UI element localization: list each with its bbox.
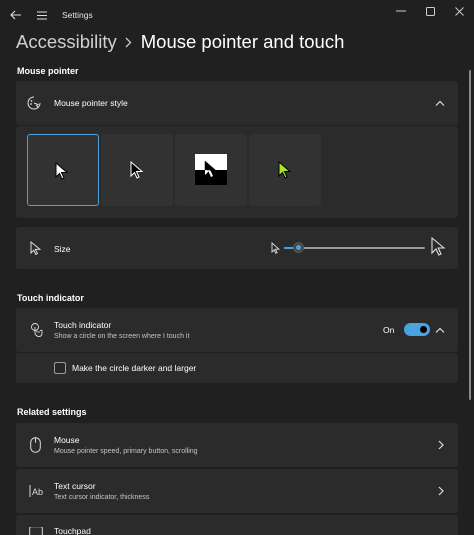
white-pointer-icon (55, 162, 69, 180)
mouse-icon (28, 436, 42, 454)
section-label-touch-indicator: Touch indicator (17, 293, 84, 303)
minimize-button[interactable] (386, 3, 416, 19)
touch-indicator-subtitle: Show a circle on the screen where I touc… (54, 333, 190, 340)
pointer-style-label: Mouse pointer style (54, 98, 128, 108)
page-title: Mouse pointer and touch (140, 31, 345, 52)
related-item-title: Text cursor (54, 481, 96, 491)
toggle-state-label: On (383, 325, 395, 335)
chevron-right-icon (437, 485, 445, 497)
breadcrumb: Accessibility Mouse pointer and touch (16, 30, 344, 54)
related-item-text-cursor[interactable]: Ab Text cursor Text cursor indicator, th… (16, 469, 458, 513)
pointer-style-inverted-option[interactable] (175, 134, 247, 206)
chevron-right-icon (117, 37, 141, 48)
chevron-up-icon[interactable] (434, 97, 446, 109)
pointer-size-icon (28, 240, 42, 256)
size-slider-thumb[interactable] (292, 242, 304, 253)
close-button[interactable] (444, 3, 474, 19)
app-title: Settings (62, 10, 93, 20)
size-label: Size (54, 244, 71, 254)
svg-text:Ab: Ab (32, 487, 43, 497)
inverted-pointer-preview (195, 154, 227, 185)
touchpad-icon (28, 527, 44, 535)
hamburger-menu-icon[interactable] (32, 5, 52, 25)
custom-color-pointer-icon (278, 161, 292, 179)
touch-indicator-title: Touch indicator (54, 320, 112, 330)
touch-hand-icon (28, 321, 44, 339)
pointer-style-icon (26, 95, 42, 111)
touch-indicator-row[interactable]: Touch indicator Show a circle on the scr… (16, 308, 458, 352)
related-item-touchpad[interactable]: Touchpad (16, 515, 458, 535)
related-item-subtitle: Mouse pointer speed, primary button, scr… (54, 448, 198, 455)
size-slider-track[interactable] (284, 247, 425, 249)
related-item-title: Mouse (54, 435, 80, 445)
scrollbar[interactable] (469, 70, 471, 400)
chevron-up-icon[interactable] (434, 324, 446, 336)
pointer-style-expander[interactable]: Mouse pointer style (16, 81, 458, 125)
related-item-mouse[interactable]: Mouse Mouse pointer speed, primary butto… (16, 423, 458, 467)
back-arrow-icon[interactable] (6, 5, 26, 25)
black-pointer-icon (130, 161, 144, 179)
large-pointer-icon (430, 236, 446, 258)
chevron-right-icon (437, 439, 445, 451)
pointer-style-custom-option[interactable] (249, 134, 321, 206)
touch-indicator-options: Make the circle darker and larger (16, 353, 458, 383)
pointer-style-white-option[interactable] (27, 134, 99, 206)
related-item-title: Touchpad (54, 526, 91, 535)
touch-indicator-toggle[interactable] (404, 323, 430, 336)
breadcrumb-parent-link[interactable]: Accessibility (16, 31, 117, 53)
pointer-style-black-option[interactable] (101, 134, 173, 206)
maximize-button[interactable] (415, 3, 445, 19)
section-label-related-settings: Related settings (17, 407, 87, 417)
darker-circle-label: Make the circle darker and larger (72, 363, 197, 373)
title-bar: Settings (0, 0, 474, 30)
section-label-mouse-pointer: Mouse pointer (17, 66, 79, 76)
small-pointer-icon (269, 241, 281, 255)
text-cursor-icon: Ab (27, 483, 45, 499)
related-item-subtitle: Text cursor indicator, thickness (54, 494, 150, 501)
darker-circle-checkbox[interactable] (54, 362, 66, 374)
